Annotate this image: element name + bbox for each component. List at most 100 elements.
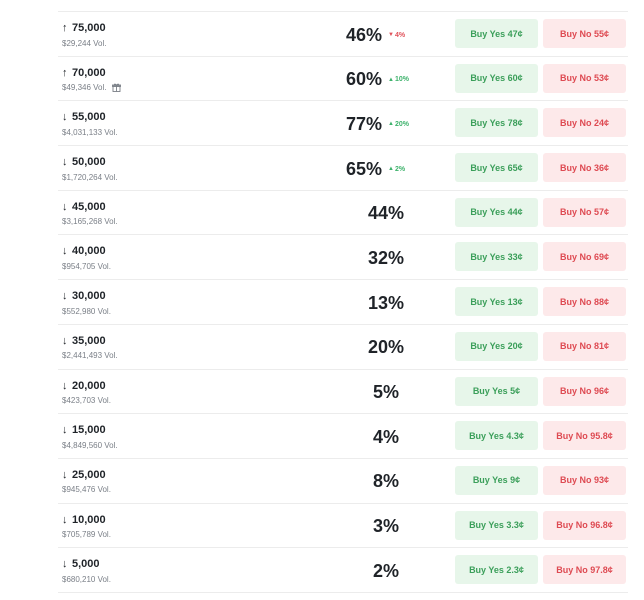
market-volume: $29,244 Vol. [62,38,107,48]
arrow-down-icon: ↓ [62,424,68,437]
buy-yes-button[interactable]: Buy Yes 3.3¢ [455,510,538,540]
buy-no-button[interactable]: Buy No 53¢ [543,63,626,93]
buy-no-button[interactable]: Buy No 96.8¢ [543,510,626,540]
market-volume: $423,703 Vol. [62,396,111,405]
buy-no-button[interactable]: Buy No 93¢ [543,465,626,495]
buy-yes-button[interactable]: Buy Yes 5¢ [455,376,538,406]
market-label: 25,000 [72,468,106,481]
market-row[interactable]: ↓ 25,000 $945,476 Vol. 8% Buy Yes 9¢ Buy… [58,459,628,504]
market-row[interactable]: ↓ 20,000 $423,703 Vol. 5% Buy Yes 5¢ Buy… [58,370,628,415]
buy-yes-button[interactable]: Buy Yes 4.3¢ [455,421,538,451]
buy-no-button[interactable]: Buy No 96¢ [543,376,626,406]
market-row[interactable]: ↓ 45,000 $3,165,268 Vol. 44% Buy Yes 44¢… [58,191,628,236]
triangle-up-icon: ▲ [388,166,394,173]
market-row[interactable]: ↓ 55,000 $4,031,133 Vol. 77% ▲ 20% Buy Yes… [58,101,628,147]
buy-no-button[interactable]: Buy No 81¢ [543,331,626,361]
market-info: ↓ 15,000 $4,849,560 Vol. [62,423,118,450]
chance-cell: 46% ▼ 4% [326,24,446,46]
market-row[interactable]: ↓ 30,000 $552,980 Vol. 13% Buy Yes 13¢ B… [58,280,628,325]
market-volume: $680,210 Vol. [62,574,111,584]
buy-yes-button[interactable]: Buy Yes 47¢ [455,19,538,48]
market-info: ↓ 5,000 $680,210 Vol. [62,557,111,584]
previous-row-stub [0,0,644,12]
market-volume: $945,476 Vol. [62,485,111,495]
market-volume-line: $680,210 Vol. [62,574,111,584]
market-volume: $49,346 Vol. [62,83,107,93]
chance-percent: 13% [367,292,405,313]
chance-percent: 46% [346,24,383,45]
buy-no-button[interactable]: Buy No 55¢ [543,19,626,48]
arrow-up-icon: ↑ [62,66,68,79]
buy-no-button[interactable]: Buy No 97.8¢ [543,555,626,585]
market-row[interactable]: ↑ 70,000 $49,346 Vol. 60% ▲ 10% Buy Yes 60… [58,57,628,102]
market-label: 20,000 [72,379,106,392]
chance-cell: 60% ▲ 10% [326,69,446,91]
market-info: ↓ 30,000 $552,980 Vol. [62,289,111,316]
market-row[interactable]: ↓ 40,000 $954,705 Vol. 32% Buy Yes 33¢ B… [58,235,628,281]
buy-no-button[interactable]: Buy No 88¢ [543,287,626,317]
buy-yes-button[interactable]: Buy Yes 9¢ [455,465,538,495]
chance-percent: 77% [346,113,383,134]
chance-cell: 65% ▲ 2% [326,158,446,180]
buy-yes-button[interactable]: Buy Yes 44¢ [455,197,538,227]
market-label: 70,000 [72,66,106,79]
buy-yes-button[interactable]: Buy Yes 78¢ [455,108,538,138]
arrow-down-icon: ↓ [62,379,68,392]
chance-cell: 5% [326,382,446,404]
market-info: ↓ 40,000 $954,705 Vol. [62,244,111,271]
market-volume-line: $29,244 Vol. [62,38,106,48]
market-volume: $2,441,493 Vol. [62,351,118,361]
chance-cell: 4% [326,426,446,448]
market-title: ↓ 25,000 [62,468,111,482]
buy-no-button[interactable]: Buy No 36¢ [543,153,626,183]
market-row[interactable]: ↓ 35,000 $2,441,493 Vol. 20% Buy Yes 20¢… [58,325,628,370]
arrow-up-icon: ↑ [62,22,68,34]
chance-cell: 20% [326,337,446,359]
market-volume: $705,789 Vol. [62,530,111,540]
chance-percent: 60% [346,69,383,90]
chance-percent: 32% [367,247,405,268]
chance-cell: 13% [326,292,446,314]
market-info: ↑ 70,000 $49,346 Vol. [62,66,122,93]
buy-yes-button[interactable]: Buy Yes 13¢ [455,287,538,317]
change-badge: ▲ 2% [388,166,405,173]
market-row[interactable]: ↑ 75,000 $29,244 Vol. 46% ▼ 4% Buy Yes 47¢… [58,12,628,57]
gift-icon[interactable] [112,83,122,93]
chance-percent: 2% [372,560,399,581]
buy-yes-button[interactable]: Buy Yes 2.3¢ [455,555,538,585]
buy-yes-button[interactable]: Buy Yes 60¢ [455,63,538,93]
triangle-up-icon: ▲ [388,121,394,128]
market-row[interactable]: ↓ 15,000 $4,849,560 Vol. 4% Buy Yes 4.3¢… [58,414,628,459]
buy-no-button[interactable]: Buy No 69¢ [543,242,626,272]
market-row[interactable]: ↓ 50,000 $1,720,264 Vol. 65% ▲ 2% Buy Yes … [58,146,628,191]
arrow-down-icon: ↓ [62,513,68,526]
market-volume: $552,980 Vol. [62,306,111,316]
arrow-down-icon: ↓ [62,290,68,303]
chance-percent: 3% [372,516,399,537]
market-title: ↓ 20,000 [62,379,111,393]
buy-yes-button[interactable]: Buy Yes 33¢ [455,242,538,272]
buy-no-button[interactable]: Buy No 24¢ [543,108,626,138]
market-title: ↓ 10,000 [62,513,111,527]
market-row[interactable]: ↓ 5,000 $680,210 Vol. 2% Buy Yes 2.3¢ Bu… [58,548,628,593]
market-label: 15,000 [72,424,106,437]
market-label: 40,000 [72,245,106,258]
chance-cell: 32% [326,247,446,269]
buy-no-button[interactable]: Buy No 57¢ [543,197,626,227]
buy-yes-button[interactable]: Buy Yes 20¢ [455,331,538,361]
chance-cell: 3% [326,516,446,538]
market-info: ↓ 55,000 $4,031,133 Vol. [62,110,118,137]
arrow-down-icon: ↓ [62,558,68,571]
buy-no-button[interactable]: Buy No 95.8¢ [543,421,626,451]
chance-percent: 8% [372,471,399,492]
market-label: 50,000 [72,156,106,169]
market-title: ↓ 5,000 [62,557,111,571]
market-info: ↓ 35,000 $2,441,493 Vol. [62,334,118,361]
change-value: 4% [394,31,406,39]
buy-yes-button[interactable]: Buy Yes 65¢ [455,153,538,183]
change-value: 20% [394,120,409,128]
change-value: 2% [394,165,406,173]
triangle-down-icon: ▼ [388,32,394,38]
market-row[interactable]: ↓ 10,000 $705,789 Vol. 3% Buy Yes 3.3¢ B… [58,504,628,549]
market-title: ↓ 40,000 [62,244,111,258]
